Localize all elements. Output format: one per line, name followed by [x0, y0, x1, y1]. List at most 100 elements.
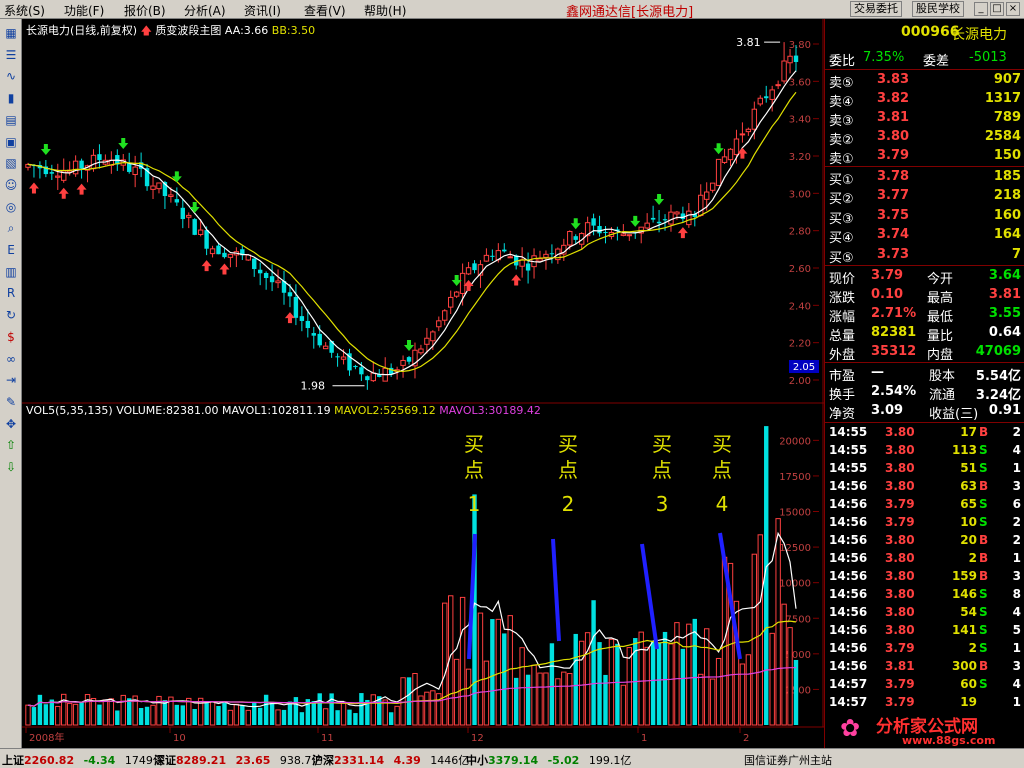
- search-icon[interactable]: ⌕: [3, 220, 19, 236]
- candle-body: [650, 217, 656, 220]
- ask-row[interactable]: 卖③ 3.81 789: [825, 109, 1024, 129]
- stat-value: 3.81: [988, 287, 1021, 302]
- report-icon[interactable]: ▣: [3, 134, 19, 150]
- stat-label: 今开: [927, 272, 954, 287]
- grid-icon[interactable]: ▦: [3, 25, 19, 41]
- link-icon[interactable]: ∞: [3, 351, 19, 367]
- dollar-icon[interactable]: $: [3, 329, 19, 345]
- separator: [825, 422, 1024, 423]
- buy-point-number: 2: [562, 492, 575, 516]
- refresh-icon[interactable]: ↻: [3, 307, 19, 323]
- stat-value: 47069: [975, 344, 1021, 359]
- candle-body: [311, 333, 316, 336]
- tick-time: 14:56: [829, 605, 868, 619]
- candle-body: [400, 359, 406, 366]
- tick-side: B: [979, 659, 989, 673]
- down-arrow-icon[interactable]: ⇩: [3, 459, 19, 475]
- candle-body: [252, 258, 257, 270]
- bar-chart-icon[interactable]: ▥: [3, 264, 19, 280]
- export-icon[interactable]: ⇥: [3, 372, 19, 388]
- zx-chg: -5.02: [547, 754, 580, 767]
- volume-bar: [61, 693, 67, 726]
- bid-row[interactable]: 买④ 3.74 164: [825, 226, 1024, 246]
- bid-row[interactable]: 买② 3.77 218: [825, 187, 1024, 207]
- zx-amt: 199.1亿: [588, 754, 632, 767]
- candle-icon[interactable]: ▮: [3, 90, 19, 106]
- bid-row[interactable]: 买⑤ 3.73 7: [825, 246, 1024, 266]
- buy-signal-arrow-icon: [511, 274, 522, 286]
- ask-row[interactable]: 卖① 3.79 150: [825, 147, 1024, 167]
- table-icon[interactable]: ▤: [3, 112, 19, 128]
- bid-row[interactable]: 买③ 3.75 160: [825, 207, 1024, 227]
- trade-button[interactable]: 交易委托: [850, 1, 902, 17]
- close-button[interactable]: ×: [1006, 2, 1020, 16]
- menu-analysis[interactable]: 分析(A): [184, 2, 226, 19]
- school-button[interactable]: 股民学校: [912, 1, 964, 17]
- ask-row[interactable]: 卖② 3.80 2584: [825, 128, 1024, 148]
- candle-body: [204, 230, 209, 249]
- tick-price: 3.81: [885, 659, 915, 673]
- volume-bar: [240, 705, 245, 725]
- tick-side: S: [979, 623, 988, 637]
- volume-bar: [287, 701, 293, 725]
- tick-count: 2: [1012, 425, 1021, 439]
- chart-area[interactable]: 3.80 3.60 3.40 3.20 3.00 2.80 2.60 2.40 2.20 2.00…: [22, 19, 824, 748]
- etf-icon[interactable]: E: [3, 242, 19, 258]
- stat-label: 最高: [927, 291, 954, 306]
- status-zx[interactable]: 中小3379.14 -5.02 199.1亿: [466, 752, 631, 768]
- volume-bar: [650, 640, 656, 725]
- volume-bar: [115, 710, 120, 725]
- candle-body: [757, 97, 763, 105]
- tick-side: S: [979, 497, 988, 511]
- status-hs[interactable]: 沪深2331.14 4.39 1446亿: [312, 752, 469, 768]
- volume-bar: [436, 693, 442, 726]
- volume-bar: [97, 704, 102, 725]
- tick-price: 3.79: [885, 677, 915, 691]
- minimize-button[interactable]: _: [974, 2, 988, 16]
- volume-bar: [686, 623, 692, 726]
- line-chart-icon[interactable]: ∿: [3, 68, 19, 84]
- volume-bar: [72, 703, 79, 726]
- globe-icon[interactable]: ◎: [3, 199, 19, 215]
- maximize-button[interactable]: □: [990, 2, 1004, 16]
- volume-bar: [465, 668, 472, 726]
- broker-name: 国信证券广州主站: [744, 754, 832, 767]
- menu-help[interactable]: 帮助(H): [364, 2, 406, 19]
- rsi-icon[interactable]: R: [3, 285, 19, 301]
- bid-price: 3.74: [877, 227, 910, 243]
- kline-chart-svg[interactable]: 3.80 3.60 3.40 3.20 3.00 2.80 2.60 2.40 2.20 2.00…: [22, 19, 824, 748]
- menu-function[interactable]: 功能(F): [64, 2, 104, 19]
- tick-row: 14:57 3.79 19 1: [825, 694, 1024, 712]
- volume-bar: [483, 660, 490, 726]
- ask-row[interactable]: 卖④ 3.82 1317: [825, 90, 1024, 110]
- menu-quote[interactable]: 报价(B): [124, 2, 166, 19]
- date-label: 2008年: [29, 731, 64, 744]
- stat-value: 2.71%: [871, 306, 917, 321]
- hs-value: 2331.14: [334, 754, 385, 767]
- list-icon[interactable]: ☰: [3, 47, 19, 63]
- status-sh[interactable]: 上证2260.82 -4.34 1749亿: [2, 752, 164, 768]
- volume-bar: [37, 694, 43, 725]
- bid-row[interactable]: 买① 3.78 185: [825, 168, 1024, 188]
- menu-view[interactable]: 查看(V): [304, 2, 346, 19]
- separator: [825, 265, 1024, 266]
- sell-signal-arrow-icon: [171, 171, 182, 183]
- volume-bar: [216, 706, 221, 725]
- people-icon[interactable]: ☺: [3, 177, 19, 193]
- ask-row[interactable]: 卖⑤ 3.83 907: [825, 71, 1024, 91]
- up-arrow-icon[interactable]: ⇧: [3, 437, 19, 453]
- pencil-icon[interactable]: ✎: [3, 394, 19, 410]
- menu-info[interactable]: 资讯(I): [244, 2, 281, 19]
- status-sz[interactable]: 深证8289.21 23.65 938.7亿: [154, 752, 322, 768]
- move-icon[interactable]: ✥: [3, 416, 19, 432]
- tick-volume: 54: [960, 605, 977, 619]
- candle-body: [132, 166, 138, 176]
- menu-system[interactable]: 系统(S): [4, 2, 45, 19]
- tick-side: S: [979, 677, 988, 691]
- buy-signal-arrow-icon: [58, 187, 69, 199]
- tick-row: 14:56 3.79 10 S 2: [825, 514, 1024, 532]
- buy-signal-arrow-icon: [76, 183, 87, 195]
- fund-value: 3.09: [871, 403, 904, 418]
- news-icon[interactable]: ▧: [3, 155, 19, 171]
- tick-price: 3.80: [885, 569, 915, 583]
